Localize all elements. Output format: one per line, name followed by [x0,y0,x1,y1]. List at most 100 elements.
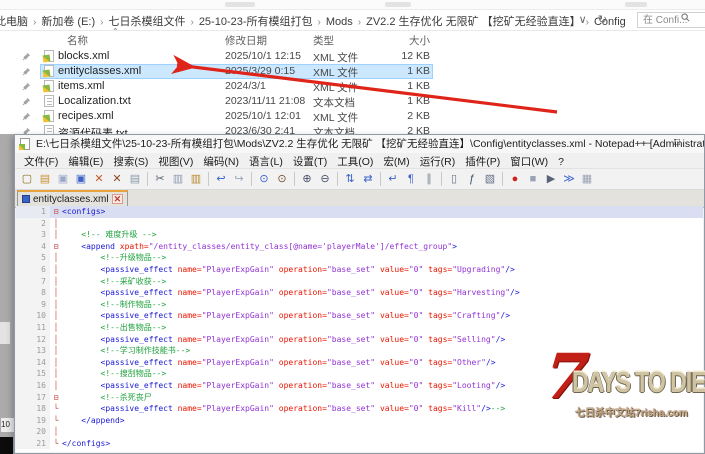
column-header-name[interactable]: 名称 [67,33,88,48]
code-line-5[interactable]: 5│ <!--升级物品--> [16,252,703,264]
word-wrap-icon[interactable]: ↵ [385,171,401,187]
tab-close-icon[interactable]: ✕ [112,194,124,204]
fold-collapse-icon[interactable]: ⊟ [50,241,62,253]
zoom-in-icon[interactable]: ⊕ [299,171,315,187]
menu-e[interactable]: 编辑(E) [63,153,108,170]
menu-f[interactable]: 文件(F) [19,153,63,170]
code-line-4[interactable]: 4⊟ <append xpath="/entity_classes/entity… [16,241,703,253]
line-number: 16 [16,380,50,392]
menu-s[interactable]: 搜索(S) [108,153,153,170]
function-list-icon[interactable]: ƒ [464,171,480,187]
code-line-13[interactable]: 13│ <!--学习制作技能书--> [16,345,703,357]
undo-icon[interactable]: ↩ [213,171,229,187]
explorer-address-bar[interactable]: 此电脑›新加卷 (E:)›七日杀模组文件›25-10-23-所有模组打包›Mod… [0,10,705,31]
breadcrumb-item[interactable]: 25-10-23-所有模组打包 [196,15,316,29]
code-line-3[interactable]: 3│ <!-- 难度升级 --> [16,229,703,241]
breadcrumb-item[interactable]: 新加卷 (E:) [38,15,98,29]
menu-t[interactable]: 设置(T) [288,153,332,170]
menu-o[interactable]: 工具(O) [332,153,378,170]
menu-?[interactable]: ? [553,155,569,169]
code-line-2[interactable]: 2│ [16,218,703,230]
file-row-recipes.xml[interactable]: recipes.xml2025/10/1 12:01XML 文件2 KB [0,109,705,124]
search-icon[interactable] [681,13,690,22]
menu-w[interactable]: 窗口(W) [505,153,553,170]
editor[interactable]: 1⊟<configs>2│3│ <!-- 难度升级 -->4⊟ <append … [16,206,703,452]
column-header-date[interactable]: 修改日期 [225,33,267,48]
breadcrumb-item[interactable]: Mods [323,15,356,29]
file-row-items.xml[interactable]: items.xml2024/3/1XML 文件1 KB [0,79,705,94]
file-date: 2024/3/1 [225,80,266,92]
fold-line: │ [50,229,62,241]
close-file-icon[interactable]: ✕ [91,171,107,187]
code-line-19[interactable]: 19└ </append> [16,415,703,427]
copy-icon[interactable]: ▥ [170,171,186,187]
menu-n[interactable]: 编码(N) [198,153,244,170]
address-dropdown-icon[interactable]: ∨ [579,14,587,26]
column-header-type[interactable]: 类型 [313,33,334,48]
file-row-entityclasses.xml[interactable]: entityclasses.xml2025/3/29 0:15XML 文件1 K… [0,64,705,79]
code-line-1[interactable]: 1⊟<configs> [16,206,703,218]
code-line-17[interactable]: 17⊟ <!--杀死丧尸 [16,392,703,404]
line-number: 3 [16,229,50,241]
zoom-out-icon[interactable]: ⊖ [317,171,333,187]
run-macro-multiple-icon[interactable]: ≫ [561,171,577,187]
find-icon[interactable]: ⊙ [256,171,272,187]
code-line-11[interactable]: 11│ <!--出售物品--> [16,322,703,334]
file-row-blocks.xml[interactable]: blocks.xml2025/10/1 12:15XML 文件12 KB [0,49,705,64]
sync-scroll-vertical-icon[interactable]: ⇅ [342,171,358,187]
file-row-Localization.txt[interactable]: Localization.txt2023/11/11 21:08文本文档1 KB [0,94,705,109]
code-line-12[interactable]: 12│ <passive_effect name="PlayerExpGain"… [16,334,703,346]
doc-switcher-icon[interactable]: ▧ [482,171,498,187]
redo-icon[interactable]: ↪ [231,171,247,187]
menu-p[interactable]: 插件(P) [460,153,505,170]
refresh-icon[interactable]: ↻ [598,14,607,26]
toolbar-separator [294,172,295,186]
minimize-button[interactable]: — [632,135,658,153]
code-line-6[interactable]: 6│ <passive_effect name="PlayerExpGain" … [16,264,703,276]
open-file-icon[interactable]: ▤ [37,171,53,187]
fold-collapse-icon[interactable]: ⊟ [50,206,62,218]
code-line-20[interactable]: 20│ [16,426,703,438]
print-icon[interactable]: ▤ [127,171,143,187]
close-all-icon[interactable]: ✕ [109,171,125,187]
code-line-15[interactable]: 15│ <!--搜刮物品--> [16,368,703,380]
indent-guide-icon[interactable]: ∥ [421,171,437,187]
search-input[interactable]: 在 Confi... [637,12,705,28]
replace-icon[interactable]: ⊙ [274,171,290,187]
new-file-icon[interactable]: ▢ [19,171,35,187]
maximize-button[interactable]: □ [664,135,690,153]
show-all-characters-icon[interactable]: ¶ [403,171,419,187]
stop-macro-icon[interactable]: ■ [525,171,541,187]
fold-collapse-icon[interactable]: ⊟ [50,392,62,404]
play-macro-icon[interactable]: ▶ [543,171,559,187]
save-all-icon[interactable]: ▣ [73,171,89,187]
code-line-21[interactable]: 21└</configs> [16,438,703,450]
code-line-7[interactable]: 7│ <!--采矿收获--> [16,276,703,288]
breadcrumb-item[interactable]: ZV2.2 生存优化 无限矿 【挖矿无经验直连】 [363,15,584,29]
title-bar[interactable]: E:\七日杀模组文件\25-10-23-所有模组打包\Mods\ZV2.2 生存… [15,135,704,153]
save-macro-icon[interactable]: ▦ [579,171,595,187]
menu-l[interactable]: 语言(L) [244,153,288,170]
doc-map-icon[interactable]: ▯ [446,171,462,187]
code-line-8[interactable]: 8│ <passive_effect name="PlayerExpGain" … [16,287,703,299]
sync-scroll-horizontal-icon[interactable]: ⇄ [360,171,376,187]
menu-r[interactable]: 运行(R) [415,153,461,170]
code-line-18[interactable]: 18└ <passive_effect name="PlayerExpGain"… [16,403,703,415]
column-header-size[interactable]: 大小 [355,33,430,48]
record-macro-icon[interactable]: ● [507,171,523,187]
code-line-14[interactable]: 14│ <passive_effect name="PlayerExpGain"… [16,357,703,369]
xml-file-icon [44,80,54,92]
cut-icon[interactable]: ✂ [152,171,168,187]
paste-icon[interactable]: ▥ [188,171,204,187]
menu-v[interactable]: 视图(V) [153,153,198,170]
menu-bar: 文件(F)编辑(E)搜索(S)视图(V)编码(N)语言(L)设置(T)工具(O)… [15,153,704,168]
menu-m[interactable]: 宏(M) [378,153,414,170]
xml-file-icon [44,50,54,62]
save-file-icon[interactable]: ▣ [55,171,71,187]
code-line-10[interactable]: 10│ <passive_effect name="PlayerExpGain"… [16,310,703,322]
code-line-16[interactable]: 16│ <passive_effect name="PlayerExpGain"… [16,380,703,392]
breadcrumb-item[interactable]: 此电脑 [0,15,31,29]
file-size: 1 KB [355,80,430,92]
code-line-9[interactable]: 9│ <!--制作物品--> [16,299,703,311]
tab-entityclasses-xml[interactable]: entityclasses.xml ✕ [17,190,128,206]
